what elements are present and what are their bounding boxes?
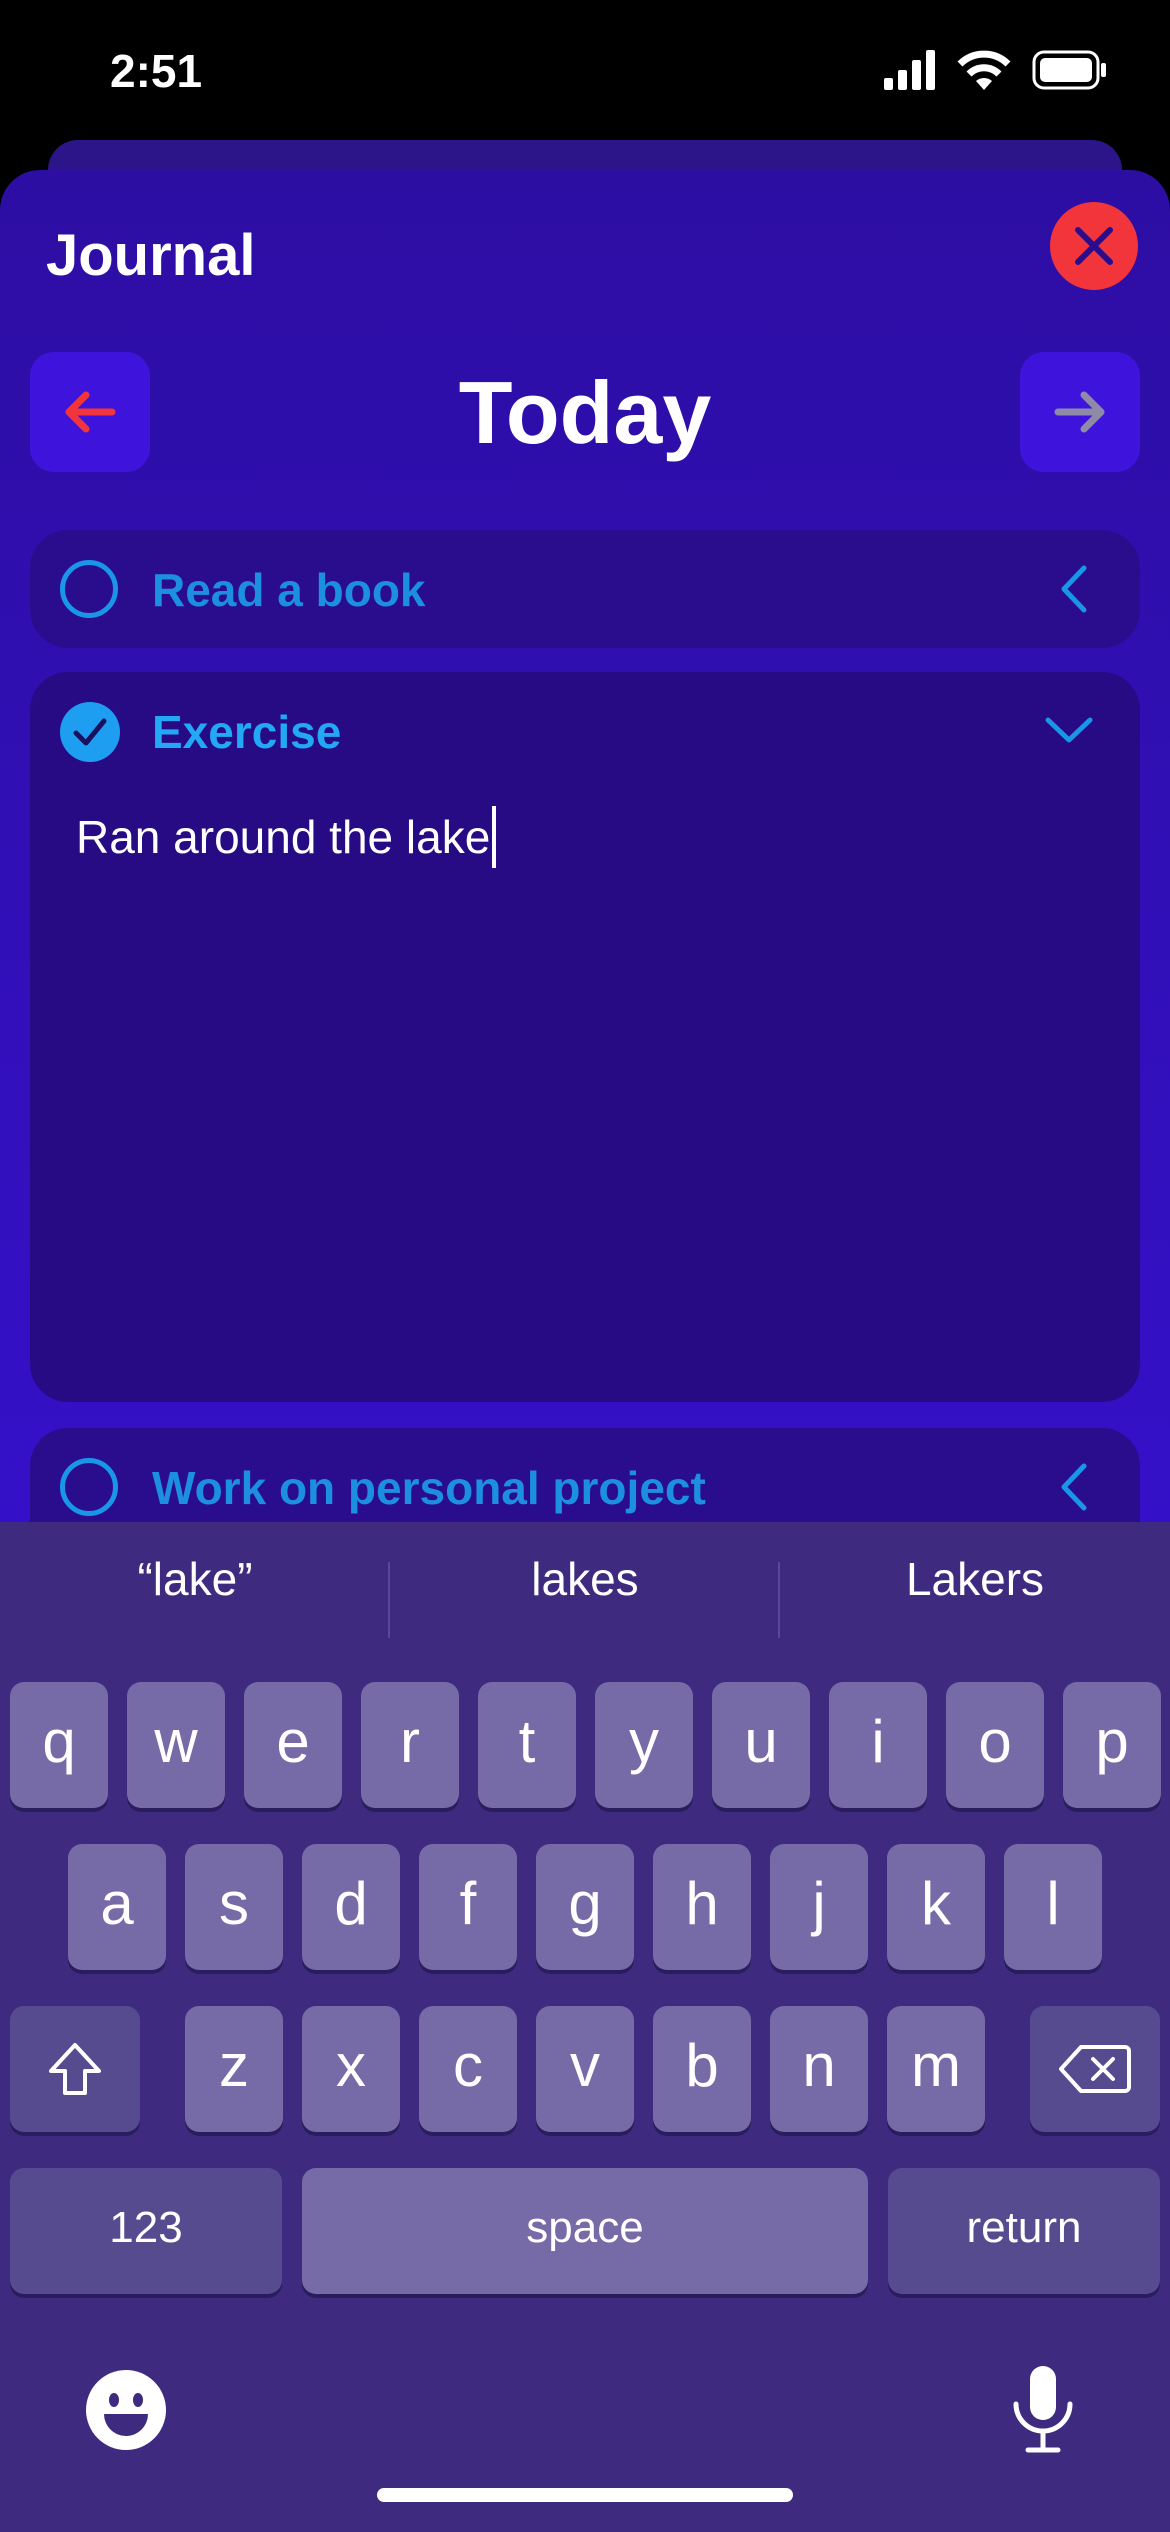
key-t[interactable]: t — [478, 1682, 576, 1808]
day-title: Today — [458, 363, 712, 462]
habit-label: Exercise — [152, 706, 342, 758]
close-button[interactable] — [1050, 202, 1138, 290]
backspace-icon — [1059, 2045, 1131, 2093]
key-y[interactable]: y — [595, 1682, 693, 1808]
key-r[interactable]: r — [361, 1682, 459, 1808]
completed-check-icon[interactable] — [60, 702, 120, 762]
key-g[interactable]: g — [536, 1844, 634, 1970]
space-key[interactable]: space — [302, 2168, 868, 2294]
status-bar: 2:51 — [0, 0, 1170, 140]
battery-icon — [1032, 50, 1106, 90]
key-n[interactable]: n — [770, 2006, 868, 2132]
suggestion-1[interactable]: “lake” — [0, 1552, 390, 1606]
suggestion-2[interactable]: lakes — [390, 1552, 780, 1606]
status-time: 2:51 — [110, 45, 203, 97]
key-s[interactable]: s — [185, 1844, 283, 1970]
habit-card[interactable]: Read a book — [30, 530, 1140, 648]
journal-entry-text: Ran around the lake — [76, 811, 491, 863]
keyboard: “lake” lakes Lakers q w e r t y u i o p … — [0, 1522, 1170, 2532]
chevron-left-icon[interactable] — [1054, 1462, 1094, 1512]
key-p[interactable]: p — [1063, 1682, 1161, 1808]
key-x[interactable]: x — [302, 2006, 400, 2132]
shift-icon — [49, 2043, 101, 2095]
habit-card-expanded[interactable]: Exercise Ran around the lake — [30, 672, 1140, 1402]
key-v[interactable]: v — [536, 2006, 634, 2132]
habit-label: Read a book — [152, 564, 426, 616]
key-c[interactable]: c — [419, 2006, 517, 2132]
key-l[interactable]: l — [1004, 1844, 1102, 1970]
key-d[interactable]: d — [302, 1844, 400, 1970]
close-icon — [1075, 227, 1113, 265]
chevron-down-icon[interactable] — [1044, 710, 1094, 750]
sheet-title: Journal — [46, 223, 256, 288]
key-i[interactable]: i — [829, 1682, 927, 1808]
key-w[interactable]: w — [127, 1682, 225, 1808]
key-k[interactable]: k — [887, 1844, 985, 1970]
arrow-right-icon — [1054, 391, 1105, 433]
habit-label: Work on personal project — [152, 1462, 706, 1514]
key-b[interactable]: b — [653, 2006, 751, 2132]
journal-sheet: Journal Today Read a book Exercise Ran a… — [0, 170, 1170, 1522]
completion-circle-icon[interactable] — [60, 1458, 118, 1516]
text-cursor — [492, 805, 497, 868]
key-f[interactable]: f — [419, 1844, 517, 1970]
key-m[interactable]: m — [887, 2006, 985, 2132]
shift-key[interactable] — [10, 2006, 140, 2132]
cellular-signal-icon — [884, 50, 935, 90]
key-o[interactable]: o — [946, 1682, 1044, 1808]
key-a[interactable]: a — [68, 1844, 166, 1970]
key-j[interactable]: j — [770, 1844, 868, 1970]
journal-entry-field[interactable]: Ran around the lake — [76, 805, 497, 868]
return-key[interactable]: return — [888, 2168, 1160, 2294]
key-q[interactable]: q — [10, 1682, 108, 1808]
emoji-icon[interactable] — [84, 2368, 168, 2452]
chevron-left-icon[interactable] — [1054, 564, 1094, 614]
key-z[interactable]: z — [185, 2006, 283, 2132]
home-indicator[interactable] — [377, 2488, 793, 2502]
status-icons — [884, 50, 1114, 100]
habit-card[interactable]: Work on personal project — [30, 1428, 1140, 1522]
key-h[interactable]: h — [653, 1844, 751, 1970]
wifi-icon — [957, 50, 1011, 90]
suggestion-3[interactable]: Lakers — [780, 1552, 1170, 1606]
completion-circle-icon[interactable] — [60, 560, 118, 618]
key-e[interactable]: e — [244, 1682, 342, 1808]
microphone-icon[interactable] — [1008, 2362, 1078, 2458]
key-u[interactable]: u — [712, 1682, 810, 1808]
next-day-button[interactable] — [1020, 352, 1140, 472]
backspace-key[interactable] — [1030, 2006, 1160, 2132]
numbers-key[interactable]: 123 — [10, 2168, 282, 2294]
